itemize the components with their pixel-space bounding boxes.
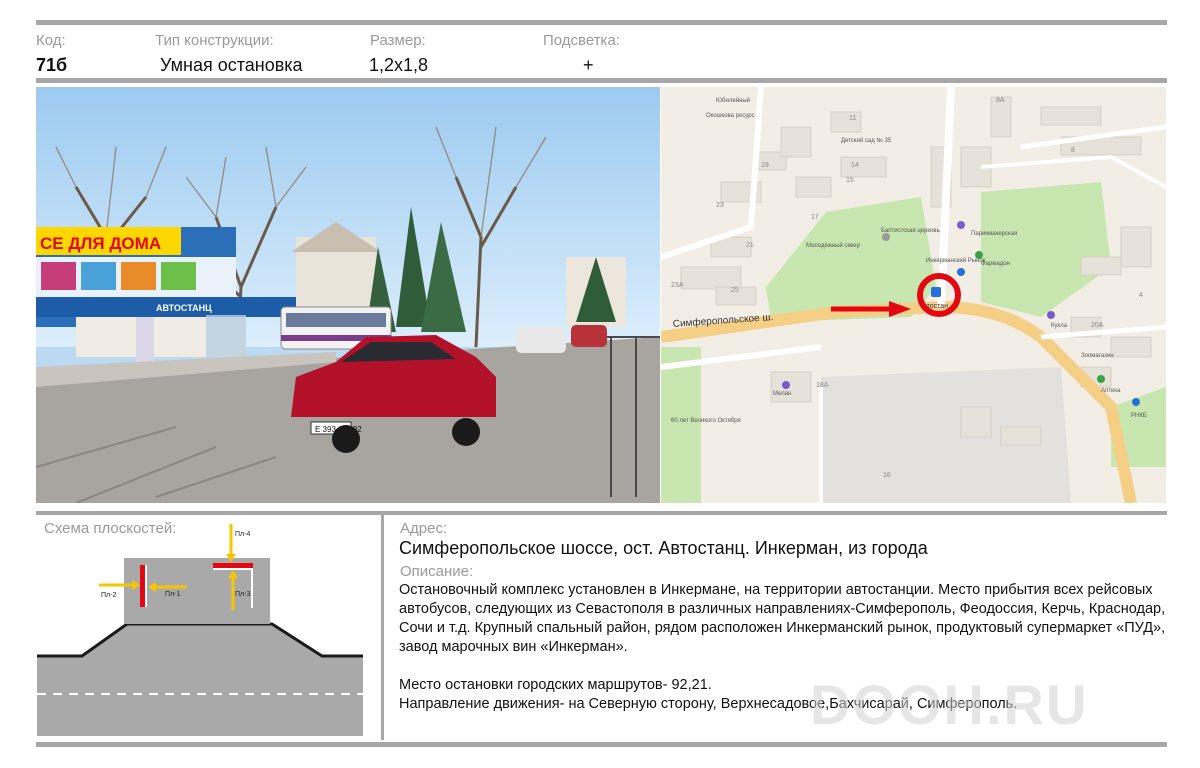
bldg-num-3: 17 — [811, 214, 819, 221]
plane-label-4: Пл-4 — [235, 531, 250, 538]
top-rule — [36, 20, 1167, 25]
bus-stop-icon — [931, 287, 941, 297]
place-label-6: Окошкова ресурс — [706, 113, 755, 119]
type-value: Умная остановка — [160, 55, 303, 75]
station-sign: АВТОСТАНЦ — [156, 303, 212, 313]
bldg-num-0: 11 — [849, 115, 856, 122]
place-label-10: Аптека — [1101, 388, 1121, 394]
section-divider — [381, 515, 384, 740]
street-photo-illustration: СЕ ДЛЯ ДОМА АВТОСТАНЦ Е 393 92 — [36, 87, 660, 503]
address-value: Симферопольское шоссе, ост. Автостанц. И… — [399, 538, 928, 558]
place-label-13: 60 лет Великого Октября — [671, 418, 741, 424]
bldg-num-8: 23А — [671, 282, 684, 289]
bottom-rule — [36, 742, 1167, 747]
bldg-num-9: 18А — [816, 382, 829, 389]
bldg-num-13: 4 — [1139, 292, 1143, 299]
place-label-1: Баптистская церковь — [881, 228, 940, 234]
plane-1-red — [140, 565, 145, 607]
address-label: Адрес: — [400, 520, 448, 537]
location-map: Симферопольское ш. Молодёжный сквер Бапт… — [661, 87, 1166, 503]
place-label-11: РНКБ — [1131, 413, 1147, 419]
bottom-section-top-rule — [36, 511, 1167, 515]
bldg-num-6: 23 — [716, 202, 724, 209]
bldg-num-10: 16 — [883, 472, 891, 479]
code-label: Код: — [36, 32, 66, 49]
bldg-num-12: 8А — [996, 97, 1005, 104]
bldg-num-1: 14 — [851, 162, 859, 169]
plane-scheme-diagram: Пл-4 Пл-2 Пл-1 Пл-3 — [37, 524, 363, 736]
bldg-num-2: 15 — [846, 177, 854, 184]
plane-label-2: Пл-2 — [101, 592, 116, 599]
description-label: Описание: — [400, 563, 474, 580]
place-label-8: Кукла — [1051, 323, 1068, 329]
header-bottom-rule — [36, 78, 1167, 83]
place-label-0: Молодёжный сквер — [806, 242, 861, 249]
size-label: Размер: — [370, 32, 426, 49]
place-label-9: Зоомагазин — [1081, 353, 1114, 359]
code-value: 71б — [36, 55, 68, 75]
place-label-4: Парикмахерская — [971, 231, 1017, 237]
location-photo: СЕ ДЛЯ ДОМА АВТОСТАНЦ Е 393 92 — [36, 87, 660, 503]
light-label: Подсветка: — [543, 32, 620, 49]
map-illustration: Симферопольское ш. Молодёжный сквер Бапт… — [661, 87, 1166, 503]
plane-label-1: Пл-1 — [165, 591, 180, 598]
place-label-7: Юбилейный — [716, 97, 750, 104]
light-value: + — [583, 55, 594, 75]
shop-sign: СЕ ДЛЯ ДОМА — [40, 234, 161, 253]
bldg-num-14: 20А — [1091, 322, 1104, 329]
place-label-3: Фармадон — [981, 261, 1010, 267]
place-label-12: Мелан — [773, 391, 791, 397]
type-label: Тип конструкции: — [155, 32, 274, 49]
bldg-num-4: 19 — [761, 162, 769, 169]
bldg-num-7: 25 — [731, 287, 739, 294]
place-label-5: Детский сад № 35 — [841, 137, 892, 144]
bldg-num-5: 21 — [746, 242, 754, 249]
plane-4-red — [213, 563, 253, 568]
watermark: DOOH.RU — [810, 673, 1089, 736]
plane-label-3: Пл-3 — [235, 591, 250, 598]
description-paragraph-1: Остановочный комплекс установлен в Инкер… — [399, 582, 1166, 655]
size-value: 1,2х1,8 — [369, 55, 429, 75]
bldg-num-11: 8 — [1071, 147, 1075, 154]
